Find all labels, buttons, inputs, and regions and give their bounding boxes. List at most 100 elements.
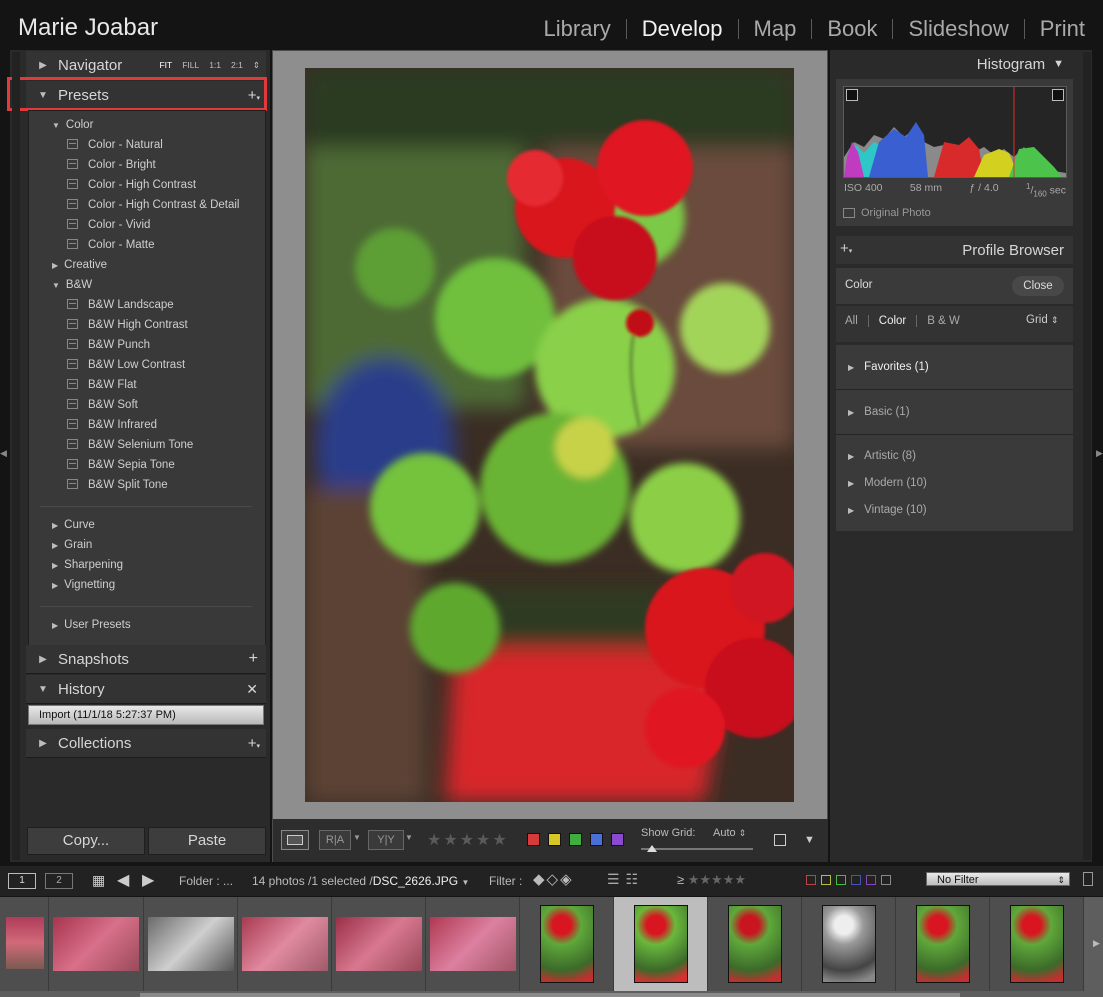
filter-all[interactable]: All xyxy=(845,315,858,327)
filmstrip-thumb[interactable] xyxy=(49,897,144,991)
rating-stars[interactable]: ★★★★★ xyxy=(427,830,509,850)
profile-group-basic[interactable]: ▶ Basic (1) xyxy=(836,390,1073,435)
flag-filter-icons[interactable]: ◆◇◈ xyxy=(533,870,574,888)
profile-close-button[interactable]: Close xyxy=(1012,276,1064,296)
preset-folder-grain[interactable]: ▶ Grain xyxy=(52,539,92,551)
dropdown-arrow-icon[interactable]: ▼ xyxy=(405,833,413,842)
highlight-clipping-icon[interactable] xyxy=(1052,89,1064,101)
preset-item[interactable]: Color - Natural xyxy=(67,139,163,151)
clear-history-icon[interactable]: ✕ xyxy=(246,681,258,698)
source-indicator[interactable]: Folder : ... xyxy=(179,874,233,888)
copy-button[interactable]: Copy... xyxy=(27,827,145,855)
preset-item[interactable]: B&W Split Tone xyxy=(67,479,168,491)
module-print[interactable]: Print xyxy=(1040,16,1085,42)
preset-folder-creative[interactable]: ▶ Creative xyxy=(52,259,107,271)
preset-folder-color[interactable]: ▼ Color xyxy=(52,119,93,131)
preset-item[interactable]: B&W Landscape xyxy=(67,299,174,311)
filmstrip-thumb[interactable] xyxy=(238,897,332,991)
preset-item[interactable]: Color - Matte xyxy=(67,239,154,251)
zoom-2-1[interactable]: 2:1 xyxy=(231,60,243,71)
left-panel-edge-arrow[interactable]: ◀ xyxy=(0,448,7,459)
snapshots-header[interactable]: ▶ Snapshots + xyxy=(26,645,266,674)
color-label-red[interactable] xyxy=(527,833,540,846)
zoom-stepper-icon[interactable]: ⇕ xyxy=(253,60,260,71)
toolbar-menu-icon[interactable]: ▼ xyxy=(804,834,815,846)
shadow-clipping-icon[interactable] xyxy=(846,89,858,101)
module-map[interactable]: Map xyxy=(754,16,797,42)
filter-lock-icon[interactable] xyxy=(1083,872,1093,886)
preset-item[interactable]: Color - High Contrast & Detail xyxy=(67,199,239,211)
zoom-fit[interactable]: FIT xyxy=(159,60,172,71)
filmstrip-thumb[interactable] xyxy=(802,897,896,991)
preset-item[interactable]: B&W Sepia Tone xyxy=(67,459,175,471)
preset-folder-sharpening[interactable]: ▶ Sharpening xyxy=(52,559,123,571)
preset-item[interactable]: B&W Infrared xyxy=(67,419,157,431)
profile-view-select[interactable]: Grid ⇕ xyxy=(1026,314,1058,326)
preset-item[interactable]: B&W Punch xyxy=(67,339,150,351)
preset-folder-bw[interactable]: ▼ B&W xyxy=(52,279,92,291)
preset-item[interactable]: B&W High Contrast xyxy=(67,319,188,331)
color-filter-swatches[interactable] xyxy=(806,875,891,885)
right-panel-edge-arrow[interactable]: ▶ xyxy=(1096,448,1103,459)
profile-group-favorites[interactable]: ▶ Favorites (1) xyxy=(836,345,1073,390)
preset-item[interactable]: Color - Bright xyxy=(67,159,156,171)
history-entry[interactable]: Import (11/1/18 5:27:37 PM) xyxy=(28,705,264,725)
module-book[interactable]: Book xyxy=(827,16,877,42)
module-slideshow[interactable]: Slideshow xyxy=(908,16,1008,42)
preset-item[interactable]: B&W Soft xyxy=(67,399,138,411)
preset-item[interactable]: Color - Vivid xyxy=(67,219,150,231)
filmstrip-thumb[interactable] xyxy=(0,897,49,991)
edit-filter-icons[interactable]: ☰☷ xyxy=(607,871,644,888)
preset-item[interactable]: Color - High Contrast xyxy=(67,179,196,191)
filmstrip-thumb[interactable] xyxy=(896,897,990,991)
preset-folder-user[interactable]: ▶ User Presets xyxy=(52,619,131,631)
filter-bw[interactable]: B & W xyxy=(927,315,960,327)
before-after-ra-button[interactable]: R|A xyxy=(319,830,351,850)
primary-view-button[interactable]: 1 xyxy=(8,873,36,889)
histogram-graph[interactable] xyxy=(843,86,1067,178)
grid-slider-thumb[interactable] xyxy=(647,845,657,852)
color-label-purple[interactable] xyxy=(611,833,624,846)
filmstrip-thumb[interactable] xyxy=(708,897,802,991)
filmstrip-scroll-right-icon[interactable]: ▶ xyxy=(1093,938,1100,949)
forward-arrow-icon[interactable]: ▶ xyxy=(142,870,154,890)
photo-count[interactable]: 14 photos /1 selected /DSC_2626.JPG ▼ xyxy=(252,874,469,888)
preset-item[interactable]: B&W Low Contrast xyxy=(67,359,185,371)
grid-slider[interactable] xyxy=(641,848,753,850)
zoom-fill[interactable]: FILL xyxy=(182,60,199,71)
rating-filter[interactable]: ≥ ★★★★★ xyxy=(677,872,746,888)
preset-folder-vignetting[interactable]: ▶ Vignetting xyxy=(52,579,115,591)
filter-preset-select[interactable]: No Filter ⇕ xyxy=(926,872,1070,886)
show-grid-select[interactable]: Auto ⇕ xyxy=(713,827,746,839)
filter-color[interactable]: Color xyxy=(879,315,906,327)
filmstrip-thumb[interactable] xyxy=(426,897,520,991)
toolbar-checkbox[interactable] xyxy=(774,834,786,846)
filmstrip-thumb[interactable] xyxy=(144,897,238,991)
loupe-view-button[interactable] xyxy=(281,830,309,850)
preset-folder-curve[interactable]: ▶ Curve xyxy=(52,519,95,531)
photo-geranium[interactable] xyxy=(305,68,794,802)
dropdown-arrow-icon[interactable]: ▼ xyxy=(353,833,361,842)
history-header[interactable]: ▼ History ✕ xyxy=(26,675,266,704)
filmstrip-thumb[interactable] xyxy=(332,897,426,991)
navigator-header[interactable]: ▶ Navigator FIT FILL 1:1 2:1 ⇕ xyxy=(26,51,266,80)
add-collection-icon[interactable]: +▾ xyxy=(248,735,260,752)
histogram-header[interactable]: Histogram ▼ xyxy=(836,51,1074,77)
color-label-yellow[interactable] xyxy=(548,833,561,846)
profile-group-artistic[interactable]: ▶ Artistic (8) xyxy=(848,450,916,462)
zoom-1-1[interactable]: 1:1 xyxy=(209,60,221,71)
filmstrip-thumb[interactable] xyxy=(520,897,614,991)
preset-item[interactable]: B&W Flat xyxy=(67,379,137,391)
secondary-view-button[interactable]: 2 xyxy=(45,873,73,889)
module-develop[interactable]: Develop xyxy=(642,16,723,42)
filmstrip-thumb-selected[interactable] xyxy=(614,897,708,991)
grid-view-icon[interactable]: ▦ xyxy=(92,872,105,889)
color-label-blue[interactable] xyxy=(590,833,603,846)
profile-group-vintage[interactable]: ▶ Vintage (10) xyxy=(848,504,927,516)
original-photo-toggle[interactable]: Original Photo xyxy=(843,207,931,219)
add-snapshot-icon[interactable]: + xyxy=(249,650,258,668)
color-labels[interactable] xyxy=(527,833,632,846)
before-after-yy-button[interactable]: Y|Y xyxy=(368,830,404,850)
preset-item[interactable]: B&W Selenium Tone xyxy=(67,439,193,451)
profile-group-modern[interactable]: ▶ Modern (10) xyxy=(848,477,927,489)
